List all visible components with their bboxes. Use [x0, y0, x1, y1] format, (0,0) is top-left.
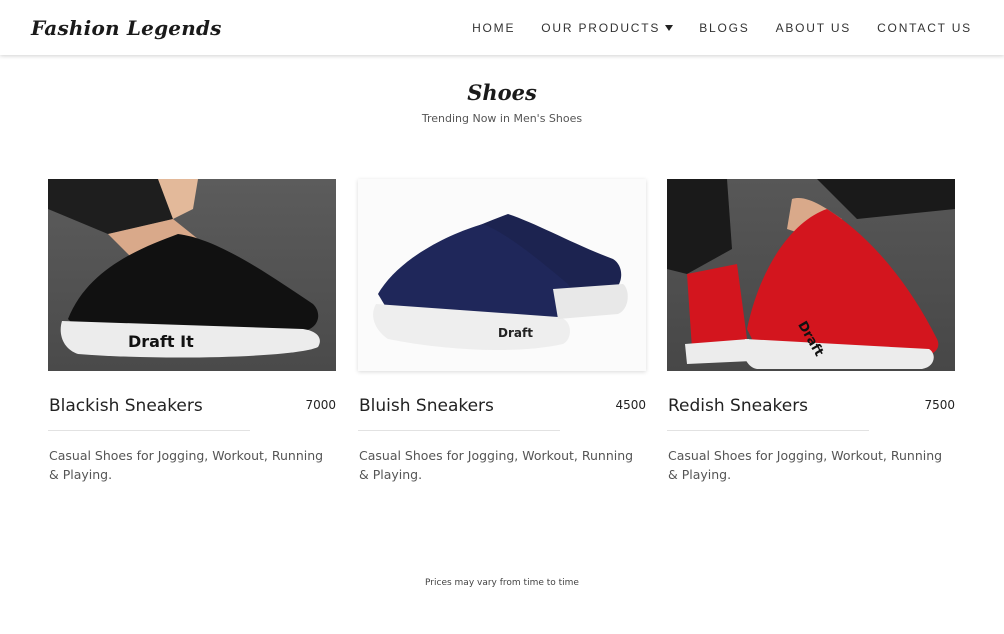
product-name: Bluish Sneakers — [359, 396, 494, 416]
product-price: 4500 — [615, 398, 646, 412]
nav-about-us-label: ABOUT US — [775, 20, 852, 35]
product-price: 7000 — [305, 398, 336, 412]
nav-contact-us-label: CONTACT US — [877, 20, 972, 35]
nav-about-us[interactable]: ABOUT US — [776, 21, 852, 35]
svg-text:Draft: Draft — [498, 326, 533, 340]
navy-sneaker-image[interactable]: Draft — [358, 179, 646, 371]
red-sneaker-illustration: Draft — [667, 179, 955, 371]
nav-blogs-label: BLOGS — [699, 20, 750, 35]
product-card: Draft It Blackish Sneakers 7000 Casual S… — [48, 179, 336, 484]
divider — [667, 430, 869, 431]
nav-our-products-label: OUR PRODUCTS — [541, 20, 661, 35]
product-name: Blackish Sneakers — [49, 396, 203, 416]
product-price: 7500 — [924, 398, 955, 412]
card-header: Bluish Sneakers 4500 — [358, 396, 646, 420]
product-card: Draft Redish Sneakers 7500 Casual Shoes … — [667, 179, 955, 484]
nav-menu: HOME OUR PRODUCTS BLOGS ABOUT US CONTACT… — [472, 21, 972, 35]
nav-our-products[interactable]: OUR PRODUCTS — [541, 20, 674, 35]
nav-home-label: HOME — [472, 20, 516, 35]
nav-blogs[interactable]: BLOGS — [699, 21, 749, 35]
card-header: Blackish Sneakers 7000 — [48, 396, 336, 420]
svg-text:Draft It: Draft It — [128, 332, 194, 351]
red-sneaker-image[interactable]: Draft — [667, 179, 955, 371]
product-description: Casual Shoes for Jogging, Workout, Runni… — [49, 448, 324, 482]
black-sneaker-illustration: Draft It — [48, 179, 336, 371]
caret-down-icon — [665, 24, 674, 31]
black-sneaker-image[interactable]: Draft It — [48, 179, 336, 371]
product-name: Redish Sneakers — [668, 396, 809, 416]
nav-contact-us[interactable]: CONTACT US — [877, 21, 972, 35]
footer-note: Prices may vary from time to time — [425, 578, 579, 588]
brand-logo[interactable]: Fashion Legends — [31, 16, 222, 40]
divider — [48, 430, 250, 431]
divider — [358, 430, 560, 431]
product-description: Casual Shoes for Jogging, Workout, Runni… — [668, 448, 943, 482]
product-card: Draft Bluish Sneakers 4500 Casual Shoes … — [358, 179, 646, 484]
navy-sneaker-illustration: Draft — [358, 179, 646, 371]
section-title: Shoes — [467, 80, 537, 105]
nav-home[interactable]: HOME — [472, 21, 515, 35]
card-header: Redish Sneakers 7500 — [667, 396, 955, 420]
section-subtitle: Trending Now in Men's Shoes — [421, 112, 583, 125]
navbar: Fashion Legends HOME OUR PRODUCTS BLOGS … — [0, 0, 1004, 55]
product-description: Casual Shoes for Jogging, Workout, Runni… — [359, 448, 634, 482]
